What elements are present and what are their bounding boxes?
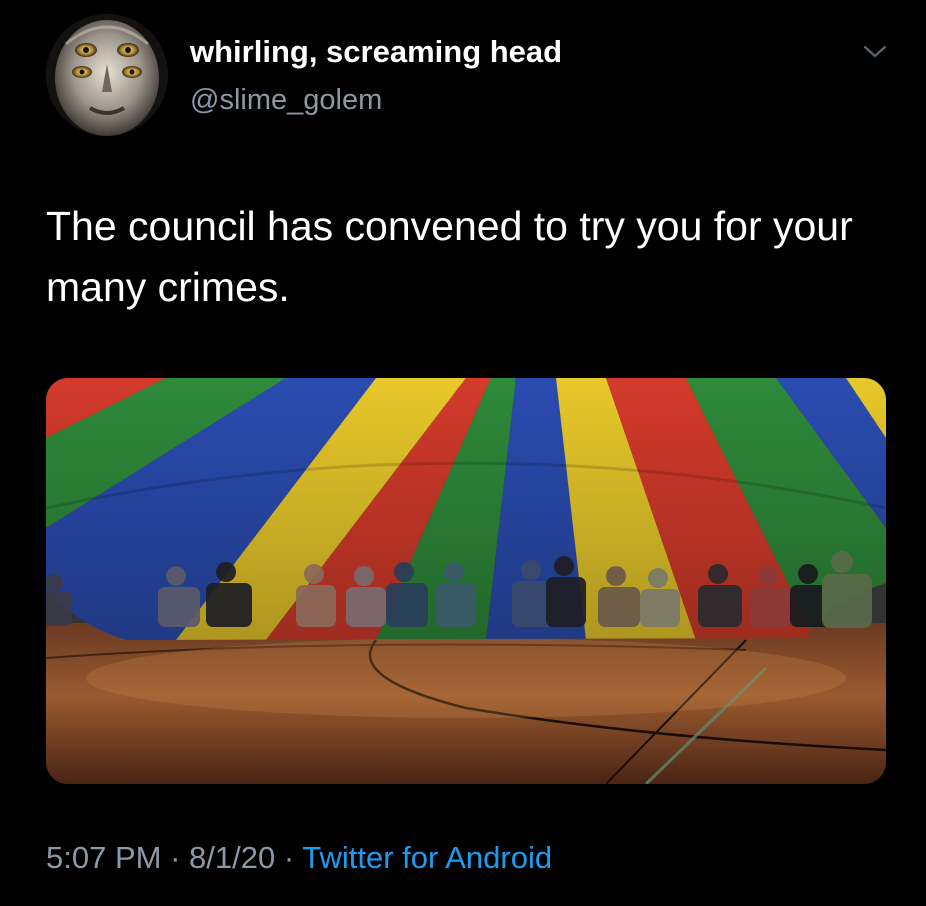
tweet-source-link[interactable]: Twitter for Android: [302, 840, 552, 875]
tweet-text: The council has convened to try you for …: [46, 203, 853, 310]
avatar[interactable]: [46, 14, 168, 136]
tweet-time[interactable]: 5:07 PM: [46, 840, 161, 875]
tweet-photo[interactable]: [46, 378, 886, 784]
tweet-metadata: 5:07 PM · 8/1/20 · Twitter for Android: [46, 840, 552, 876]
separator: ·: [170, 840, 181, 875]
chevron-down-icon[interactable]: [862, 40, 888, 62]
display-name[interactable]: whirling, screaming head: [190, 34, 562, 70]
user-handle[interactable]: @slime_golem: [190, 84, 382, 117]
separator: ·: [283, 840, 295, 875]
alien-face-icon: [46, 14, 168, 136]
tweet-date[interactable]: 8/1/20: [189, 840, 275, 875]
tweet-card: whirling, screaming head @slime_golem Th…: [0, 0, 926, 906]
